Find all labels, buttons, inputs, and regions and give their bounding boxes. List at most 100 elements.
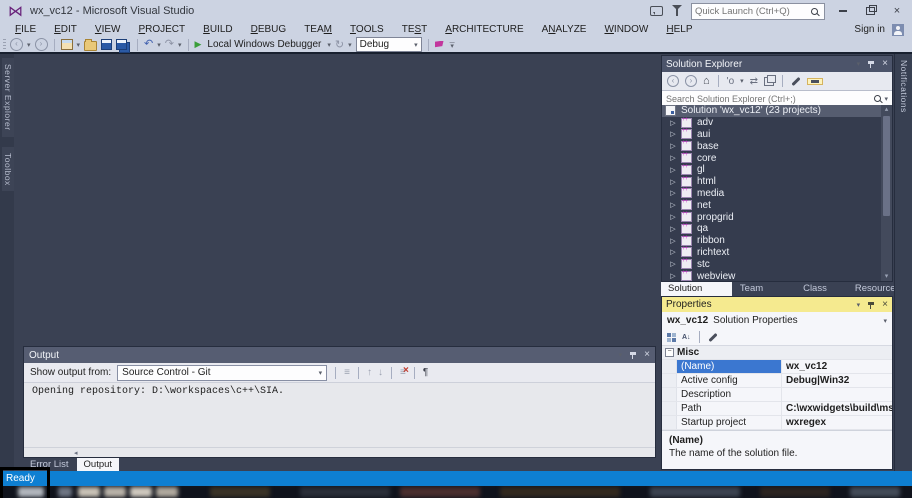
close-icon[interactable]: × bbox=[644, 350, 650, 360]
pin-icon[interactable] bbox=[867, 301, 875, 309]
debugger-dropdown-icon[interactable]: ▾ bbox=[327, 41, 331, 49]
next-message-icon[interactable]: ↓ bbox=[378, 367, 383, 378]
feedback-icon[interactable] bbox=[650, 6, 663, 16]
solution-root-row[interactable]: Solution 'wx_vc12' (23 projects) bbox=[662, 105, 881, 117]
notifications-tab[interactable]: Notifications bbox=[895, 54, 909, 113]
property-row-name[interactable]: (Name) wx_vc12 bbox=[662, 360, 892, 374]
menu-item-tools[interactable]: TOOLS bbox=[341, 22, 393, 37]
solution-search-input[interactable] bbox=[662, 93, 875, 104]
tab-solution-explorer[interactable]: Solution Explorer bbox=[661, 282, 732, 307]
categorized-icon[interactable] bbox=[667, 332, 676, 342]
word-wrap-icon[interactable]: ¶ bbox=[423, 367, 428, 378]
new-project-icon[interactable] bbox=[60, 39, 73, 50]
scroll-down-icon[interactable]: ▾ bbox=[885, 272, 889, 281]
toolbar-grip[interactable] bbox=[3, 39, 6, 50]
menu-item-test[interactable]: TEST bbox=[393, 22, 437, 37]
sign-in-link[interactable]: Sign in bbox=[854, 24, 885, 35]
expander-icon[interactable]: ▷ bbox=[668, 272, 678, 280]
tab-team-explorer[interactable]: Team Explorer bbox=[733, 282, 795, 307]
pending-changes-filter-icon[interactable]: 'o bbox=[727, 76, 734, 87]
menu-item-project[interactable]: PROJECT bbox=[129, 22, 194, 37]
menu-item-analyze[interactable]: ANALYZE bbox=[533, 22, 596, 37]
pin-icon[interactable] bbox=[629, 351, 637, 359]
project-row-media[interactable]: ▷ media bbox=[662, 187, 881, 200]
project-row-adv[interactable]: ▷ adv bbox=[662, 117, 881, 129]
expander-icon[interactable]: ▷ bbox=[668, 237, 678, 245]
search-dropdown-icon[interactable]: ▾ bbox=[884, 95, 888, 103]
navigate-back-icon[interactable]: ‹ bbox=[10, 38, 23, 51]
property-pages-icon[interactable] bbox=[707, 332, 718, 342]
property-row-description[interactable]: Description bbox=[662, 388, 892, 402]
menu-item-file[interactable]: FILE bbox=[6, 22, 45, 37]
expander-icon[interactable]: ▷ bbox=[668, 201, 678, 209]
quick-launch-box[interactable] bbox=[691, 2, 825, 20]
side-tab-server-explorer[interactable]: Server Explorer bbox=[2, 58, 14, 137]
project-row-qa[interactable]: ▷ qa bbox=[662, 223, 881, 235]
navigate-forward-icon[interactable]: › bbox=[34, 38, 48, 51]
toolbar-overflow-icon[interactable]: ─ ▾ bbox=[450, 40, 455, 50]
collapse-all-icon[interactable] bbox=[764, 74, 777, 86]
expander-icon[interactable]: ▷ bbox=[668, 130, 678, 138]
category-row-misc[interactable]: − Misc bbox=[662, 346, 892, 360]
property-row-startup-project[interactable]: Startup project wxregex bbox=[662, 416, 892, 430]
property-row-active-config[interactable]: Active config Debug|Win32 bbox=[662, 374, 892, 388]
scrollbar-thumb[interactable] bbox=[883, 116, 890, 216]
refresh-icon[interactable]: ↻ bbox=[335, 38, 344, 51]
expander-icon[interactable]: ▷ bbox=[668, 119, 678, 127]
project-row-base[interactable]: ▷ base bbox=[662, 140, 881, 152]
find-message-icon[interactable]: ≡ bbox=[344, 367, 350, 378]
output-source-combo[interactable]: Source Control - Git ▾ bbox=[117, 364, 328, 381]
menu-item-debug[interactable]: DEBUG bbox=[242, 22, 296, 37]
collapse-category-icon[interactable]: − bbox=[665, 348, 674, 357]
sync-active-document-icon[interactable]: ⇄ bbox=[750, 76, 758, 87]
user-avatar-icon[interactable] bbox=[892, 23, 904, 36]
menu-item-architecture[interactable]: ARCHITECTURE bbox=[436, 22, 532, 37]
restore-button[interactable] bbox=[861, 4, 879, 18]
clear-all-icon[interactable]: ≡ bbox=[400, 366, 409, 378]
project-row-ribbon[interactable]: ▷ ribbon bbox=[662, 235, 881, 247]
properties-wrench-icon[interactable] bbox=[791, 76, 801, 86]
menu-item-window[interactable]: WINDOW bbox=[595, 22, 657, 37]
expander-icon[interactable]: ▷ bbox=[668, 142, 678, 150]
quick-launch-input[interactable] bbox=[692, 5, 811, 17]
project-row-net[interactable]: ▷ net bbox=[662, 199, 881, 211]
open-file-icon[interactable] bbox=[84, 38, 98, 51]
save-icon[interactable] bbox=[101, 39, 113, 50]
output-title-bar[interactable]: Output ▾ × bbox=[24, 347, 655, 363]
project-row-gl[interactable]: ▷ gl bbox=[662, 164, 881, 176]
expander-icon[interactable]: ▷ bbox=[668, 189, 678, 197]
properties-title-bar[interactable]: Properties ▾ × bbox=[662, 297, 892, 312]
output-horizontal-scrollbar[interactable]: ◂ bbox=[24, 447, 655, 457]
undo-icon[interactable]: ↶ bbox=[144, 39, 153, 50]
expander-icon[interactable]: ▷ bbox=[668, 225, 678, 233]
menu-item-view[interactable]: VIEW bbox=[86, 22, 130, 37]
close-icon[interactable]: × bbox=[882, 299, 888, 310]
project-row-html[interactable]: ▷ html bbox=[662, 176, 881, 188]
pin-icon[interactable] bbox=[867, 60, 875, 68]
menu-item-help[interactable]: HELP bbox=[657, 22, 701, 37]
se-back-icon[interactable]: ‹ bbox=[667, 75, 679, 87]
menu-item-build[interactable]: BUILD bbox=[194, 22, 241, 37]
home-icon[interactable]: ⌂ bbox=[703, 75, 710, 87]
tab-output[interactable]: Output bbox=[76, 458, 120, 471]
alphabetical-sort-icon[interactable]: A↓ bbox=[682, 334, 691, 341]
project-row-stc[interactable]: ▷ stc bbox=[662, 258, 881, 270]
expander-icon[interactable]: ▷ bbox=[668, 248, 678, 256]
solution-explorer-title-bar[interactable]: Solution Explorer ▾ × bbox=[662, 56, 892, 72]
project-row-propgrid[interactable]: ▷ propgrid bbox=[662, 211, 881, 223]
window-position-icon[interactable]: ▾ bbox=[619, 351, 623, 359]
start-debug-icon[interactable]: ▶ bbox=[195, 39, 202, 50]
se-forward-icon[interactable]: › bbox=[685, 75, 697, 87]
undo-dropdown-icon[interactable]: ▾ bbox=[157, 41, 161, 49]
debugger-label[interactable]: Local Windows Debugger bbox=[205, 39, 323, 50]
project-row-richtext[interactable]: ▷ richtext bbox=[662, 246, 881, 259]
close-button[interactable]: × bbox=[888, 4, 906, 18]
output-log[interactable]: Opening repository: D:\workspaces\c++\SI… bbox=[24, 383, 655, 447]
object-dropdown-icon[interactable]: ▾ bbox=[883, 317, 887, 325]
redo-dropdown-icon[interactable]: ▾ bbox=[178, 41, 182, 49]
filter-icon[interactable] bbox=[672, 5, 682, 16]
expander-icon[interactable]: ▷ bbox=[668, 260, 678, 268]
new-dropdown-icon[interactable]: ▾ bbox=[77, 41, 81, 49]
window-position-icon[interactable]: ▾ bbox=[857, 301, 861, 309]
property-row-path[interactable]: Path C:\wxwidgets\build\msw\wx_v bbox=[662, 402, 892, 416]
